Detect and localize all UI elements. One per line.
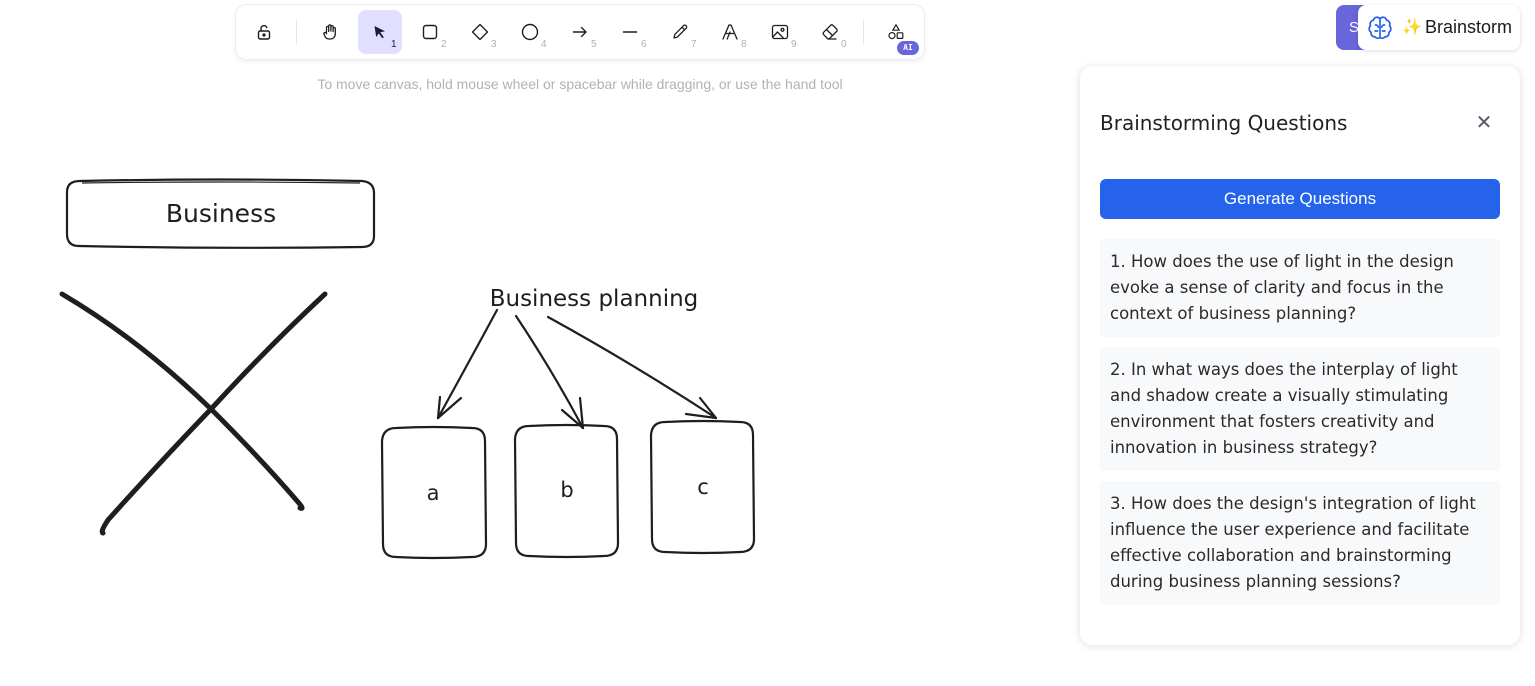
tool-lock[interactable] xyxy=(242,10,286,54)
tool-text[interactable]: 8 xyxy=(708,10,752,54)
tool-selection[interactable]: 1 xyxy=(358,10,402,54)
tool-draw-key: 7 xyxy=(691,39,697,50)
child-box-c-label: c xyxy=(697,475,709,499)
circle-icon xyxy=(521,23,539,41)
arrow-to-b[interactable] xyxy=(514,314,585,430)
drawing-canvas[interactable]: Business Business planning a b c xyxy=(0,0,1080,686)
lock-open-icon xyxy=(257,25,271,40)
canvas-hint-text: To move canvas, hold mouse wheel or spac… xyxy=(317,76,843,92)
ai-badge[interactable]: AI xyxy=(897,41,919,55)
business-planning-label[interactable]: Business planning xyxy=(490,286,699,312)
x-cross-drawing[interactable] xyxy=(59,291,328,536)
toolbar-divider xyxy=(863,19,864,45)
brainstorm-button-label: Brainstorm xyxy=(1425,17,1513,37)
arrow-right-icon xyxy=(572,26,587,38)
text-icon xyxy=(722,24,738,40)
tool-diamond-key: 3 xyxy=(491,39,497,50)
panel-title: Brainstorming Questions xyxy=(1100,111,1348,135)
tool-line[interactable]: 6 xyxy=(608,10,652,54)
shapes-icon xyxy=(888,24,904,40)
diamond-icon xyxy=(471,23,489,41)
question-card: 3. How does the design's integration of … xyxy=(1100,481,1500,605)
brainstorm-panel: Brainstorming Questions ✕ Generate Quest… xyxy=(1080,66,1520,645)
tool-line-key: 6 xyxy=(641,39,647,50)
image-icon xyxy=(771,24,789,40)
child-box-c[interactable]: c xyxy=(649,419,756,555)
tool-image[interactable]: 9 xyxy=(758,10,802,54)
close-icon[interactable]: ✕ xyxy=(1473,111,1495,133)
tool-ellipse[interactable]: 4 xyxy=(508,10,552,54)
generate-questions-button[interactable]: Generate Questions xyxy=(1100,179,1500,219)
hand-icon xyxy=(323,24,336,40)
toolbar-divider xyxy=(296,19,297,45)
line-icon xyxy=(622,31,638,33)
business-box[interactable]: Business xyxy=(65,178,376,249)
tool-hand[interactable] xyxy=(308,10,352,54)
tool-ellipse-key: 4 xyxy=(541,39,547,50)
main-toolbar: 1 2 3 4 5 6 7 8 9 0 xyxy=(236,5,924,59)
arrow-to-a[interactable] xyxy=(436,308,499,420)
question-card: 2. In what ways does the interplay of li… xyxy=(1100,347,1500,471)
business-box-label: Business xyxy=(166,199,276,228)
pointer-arrow-icon xyxy=(374,26,385,39)
tool-arrow-key: 5 xyxy=(591,39,597,50)
rectangle-icon xyxy=(422,24,438,40)
arrow-to-c[interactable] xyxy=(546,315,718,420)
tool-rectangle[interactable]: 2 xyxy=(408,10,452,54)
question-card: 1. How does the use of light in the desi… xyxy=(1100,239,1500,337)
child-box-b-label: b xyxy=(560,478,573,502)
child-box-a[interactable]: a xyxy=(380,425,488,560)
tool-image-key: 9 xyxy=(791,39,797,50)
tool-selection-key: 1 xyxy=(391,39,397,50)
eraser-icon xyxy=(822,24,838,40)
tool-eraser[interactable]: 0 xyxy=(808,10,852,54)
brain-icon xyxy=(1368,16,1392,40)
brainstorm-button[interactable]: ✨ Brainstorm xyxy=(1358,5,1520,50)
child-box-a-label: a xyxy=(427,481,440,505)
tool-draw[interactable]: 7 xyxy=(658,10,702,54)
app-root: Business Business planning a b c 1 2 3 4… xyxy=(0,0,1535,686)
sparkle-icon: ✨ xyxy=(1402,17,1422,36)
tool-eraser-key: 0 xyxy=(841,39,847,50)
tool-rectangle-key: 2 xyxy=(441,39,447,50)
tool-arrow[interactable]: 5 xyxy=(558,10,602,54)
tool-text-key: 8 xyxy=(741,39,747,50)
child-box-b[interactable]: b xyxy=(513,423,620,559)
tool-diamond[interactable]: 3 xyxy=(458,10,502,54)
pencil-icon xyxy=(673,24,688,39)
